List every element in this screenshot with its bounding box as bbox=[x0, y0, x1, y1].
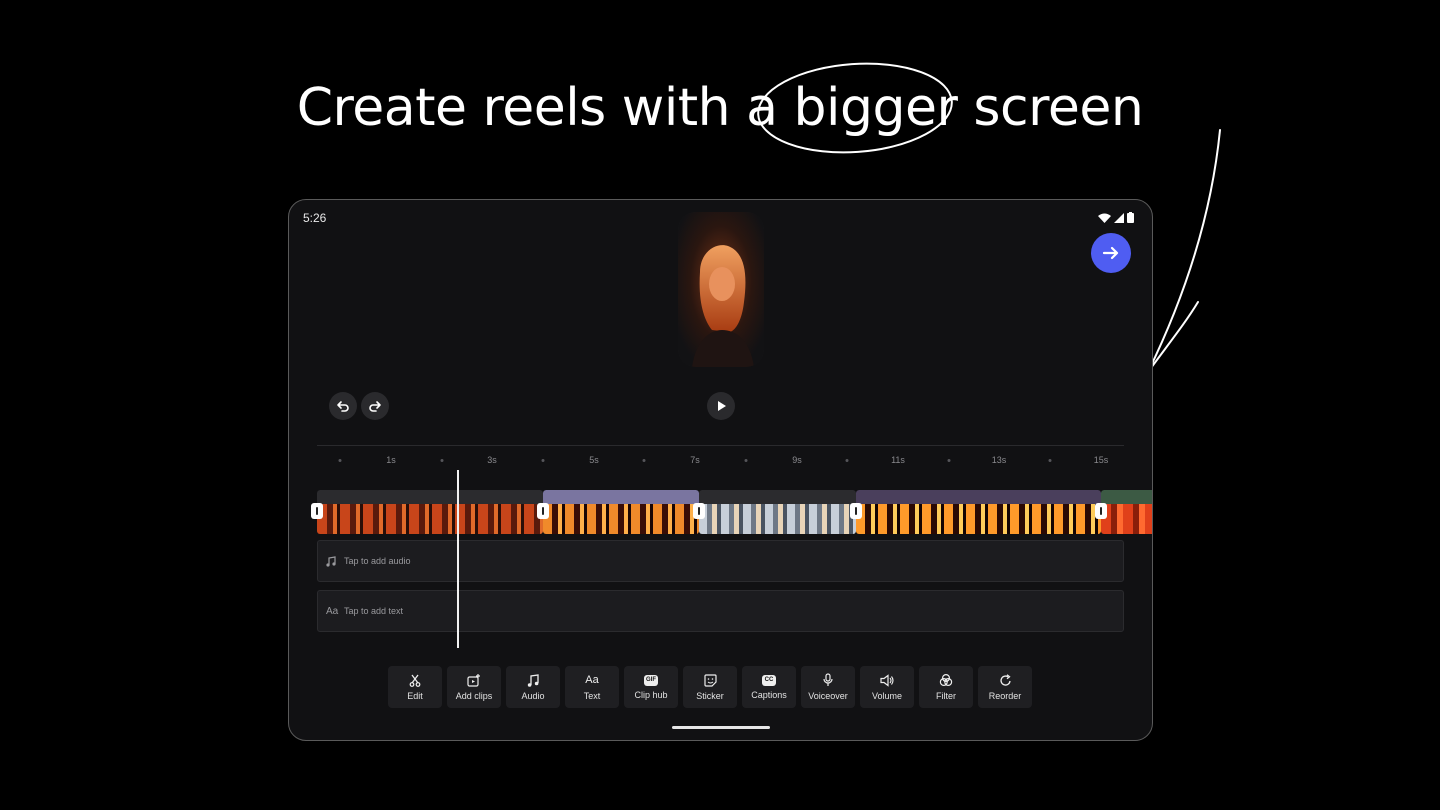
video-clip[interactable] bbox=[317, 490, 543, 534]
undo-icon bbox=[337, 401, 349, 412]
tool-label: Clip hub bbox=[634, 689, 668, 700]
filter-icon bbox=[938, 673, 954, 687]
sticker-button[interactable]: Sticker bbox=[683, 666, 737, 708]
clip-trim-handle[interactable] bbox=[850, 503, 862, 519]
video-clip[interactable] bbox=[1101, 490, 1152, 534]
tick-label: 11s bbox=[891, 455, 905, 465]
tool-label: Captions bbox=[751, 689, 787, 700]
filter-button[interactable]: Filter bbox=[919, 666, 973, 708]
captions-button[interactable]: CC Captions bbox=[742, 666, 796, 708]
gif-icon: GIF bbox=[644, 674, 658, 686]
volume-button[interactable]: Volume bbox=[860, 666, 914, 708]
edit-button[interactable]: Edit bbox=[388, 666, 442, 708]
status-icons bbox=[1098, 212, 1134, 223]
headline: Create reels with a bigger screen bbox=[296, 78, 1144, 138]
tool-label: Text bbox=[583, 691, 601, 701]
redo-icon bbox=[369, 401, 381, 412]
clip-trim-handle[interactable] bbox=[693, 503, 705, 519]
undo-button[interactable] bbox=[329, 392, 357, 420]
speaker-icon bbox=[879, 673, 895, 687]
clip-trim-handle[interactable] bbox=[311, 503, 323, 519]
tick-dot bbox=[338, 459, 342, 462]
play-icon bbox=[718, 401, 726, 411]
text-track-label: Tap to add text bbox=[344, 606, 404, 616]
tick-dot bbox=[1048, 459, 1052, 462]
scissors-icon bbox=[407, 673, 423, 687]
tick-dot bbox=[541, 459, 545, 462]
timeline-ruler: 1s 3s 5s 7s 9s 11s 13s 15s bbox=[317, 455, 1124, 469]
tick-dot bbox=[744, 459, 748, 462]
video-clip[interactable] bbox=[699, 490, 856, 534]
clip-trim-handle[interactable] bbox=[1095, 503, 1107, 519]
preview-image bbox=[678, 212, 764, 367]
tick-label: 1s bbox=[386, 455, 396, 465]
tick-dot bbox=[845, 459, 849, 462]
status-time: 5:26 bbox=[303, 211, 327, 225]
arrow-right-icon bbox=[1102, 246, 1119, 260]
tool-label: Filter bbox=[936, 691, 956, 701]
text-icon: Aa bbox=[585, 674, 599, 686]
clip-trim-handle[interactable] bbox=[537, 503, 549, 519]
text-track[interactable]: Aa Tap to add text bbox=[317, 590, 1124, 632]
tool-label: Reorder bbox=[988, 691, 1022, 701]
playhead[interactable] bbox=[457, 470, 459, 648]
music-note-icon bbox=[326, 555, 340, 567]
text-button[interactable]: Aa Text bbox=[565, 666, 619, 708]
tick-dot bbox=[947, 459, 951, 462]
tick-label: 13s bbox=[991, 455, 1007, 465]
clip-timeline[interactable] bbox=[311, 490, 1152, 534]
wifi-icon bbox=[1098, 213, 1111, 223]
tick-label: 9s bbox=[792, 455, 802, 465]
reorder-icon bbox=[997, 673, 1013, 687]
video-preview[interactable] bbox=[678, 212, 764, 367]
tick-dot bbox=[642, 459, 646, 462]
battery-icon bbox=[1127, 212, 1134, 223]
clip-hub-button[interactable]: GIF Clip hub bbox=[624, 666, 678, 708]
signal-icon bbox=[1114, 212, 1124, 223]
tick-label: 5s bbox=[589, 455, 599, 465]
tick-label: 7s bbox=[690, 455, 700, 465]
audio-button[interactable]: Audio bbox=[506, 666, 560, 708]
microphone-icon bbox=[820, 673, 836, 687]
sticker-icon bbox=[702, 673, 718, 687]
tick-label: 3s bbox=[487, 455, 497, 465]
tool-label: Audio bbox=[521, 691, 545, 701]
add-clip-icon bbox=[466, 673, 482, 687]
tick-dot bbox=[440, 459, 444, 462]
home-indicator[interactable] bbox=[672, 726, 770, 729]
next-button[interactable] bbox=[1091, 233, 1131, 273]
play-button[interactable] bbox=[707, 392, 735, 420]
tablet-frame: 5:26 1s 3s 5s 7s 9s 11s 13s 15s Tap to a… bbox=[288, 199, 1153, 741]
voiceover-button[interactable]: Voiceover bbox=[801, 666, 855, 708]
tick-label: 15s bbox=[1093, 455, 1109, 465]
tool-label: Volume bbox=[871, 691, 903, 701]
tool-label: Edit bbox=[407, 691, 423, 701]
captions-icon: CC bbox=[762, 674, 776, 686]
tool-label: Sticker bbox=[696, 691, 724, 701]
music-note-icon bbox=[525, 673, 541, 687]
tool-label: Voiceover bbox=[808, 691, 848, 701]
timeline-divider bbox=[317, 445, 1124, 446]
redo-button[interactable] bbox=[361, 392, 389, 420]
video-clip[interactable] bbox=[856, 490, 1101, 534]
text-icon: Aa bbox=[326, 605, 339, 617]
editor-toolbar: Edit Add clips Audio Aa Text GIF Clip hu… bbox=[388, 666, 1032, 708]
video-clip[interactable] bbox=[543, 490, 699, 534]
audio-track[interactable]: Tap to add audio bbox=[317, 540, 1124, 582]
add-clips-button[interactable]: Add clips bbox=[447, 666, 501, 708]
tool-label: Add clips bbox=[455, 691, 493, 701]
audio-track-label: Tap to add audio bbox=[344, 556, 411, 566]
reorder-button[interactable]: Reorder bbox=[978, 666, 1032, 708]
